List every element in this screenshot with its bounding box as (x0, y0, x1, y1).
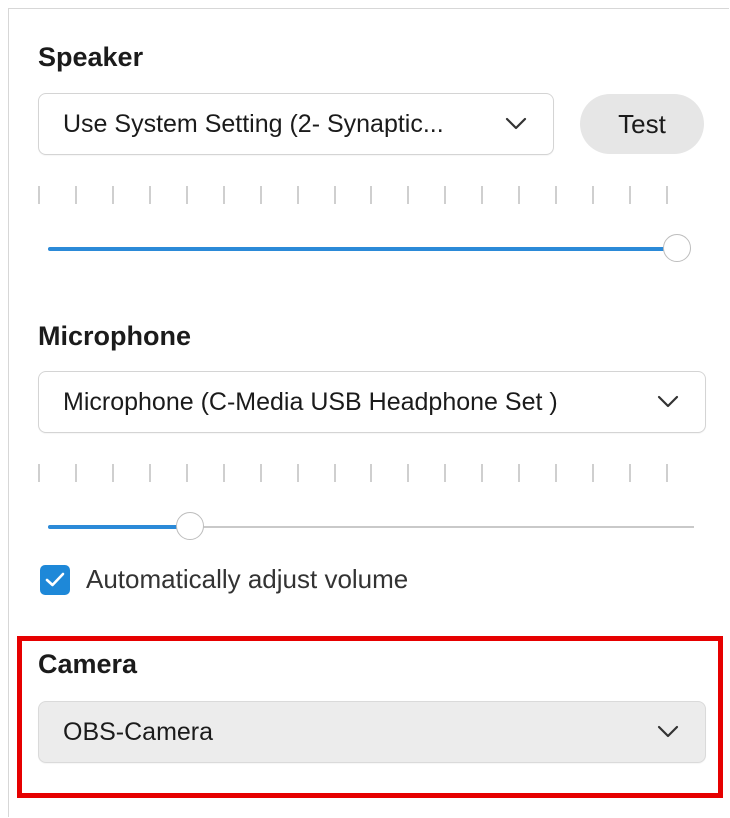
level-tick (555, 186, 557, 204)
level-tick (75, 464, 77, 482)
level-tick (149, 464, 151, 482)
level-tick (260, 464, 262, 482)
auto-adjust-volume-checkbox[interactable] (40, 564, 70, 595)
level-tick (260, 186, 262, 204)
microphone-device-dropdown[interactable]: Microphone (C-Media USB Headphone Set ) (38, 371, 706, 433)
level-tick (370, 186, 372, 204)
level-tick (223, 186, 225, 204)
level-tick (370, 464, 372, 482)
microphone-slider-fill (48, 525, 191, 529)
level-tick (444, 464, 446, 482)
microphone-title: Microphone (38, 321, 191, 351)
level-tick (407, 186, 409, 204)
speaker-test-button[interactable]: Test (580, 94, 704, 154)
level-tick (555, 464, 557, 482)
level-tick (592, 186, 594, 204)
level-tick (112, 464, 114, 482)
speaker-level-meter (38, 186, 668, 204)
level-tick (629, 186, 631, 204)
level-tick (518, 464, 520, 482)
microphone-slider-thumb[interactable] (176, 512, 205, 540)
level-tick (186, 186, 188, 204)
microphone-device-value: Microphone (C-Media USB Headphone Set ) (63, 387, 558, 416)
checkmark-icon (45, 572, 65, 586)
level-tick (407, 464, 409, 482)
microphone-volume-slider[interactable] (48, 512, 694, 542)
level-tick (186, 464, 188, 482)
level-tick (149, 186, 151, 204)
level-tick (666, 186, 668, 204)
level-tick (666, 464, 668, 482)
level-tick (334, 464, 336, 482)
speaker-device-dropdown[interactable]: Use System Setting (2- Synaptic... (38, 93, 554, 155)
level-tick (518, 186, 520, 204)
speaker-slider-thumb[interactable] (663, 234, 692, 262)
chevron-down-icon (657, 395, 679, 408)
level-tick (38, 464, 40, 482)
auto-adjust-volume-label: Automatically adjust volume (86, 564, 409, 594)
level-tick (334, 186, 336, 204)
speaker-title: Speaker (38, 42, 144, 72)
speaker-slider-fill (48, 247, 678, 251)
camera-highlight-box (17, 636, 723, 798)
level-tick (75, 186, 77, 204)
level-tick (481, 186, 483, 204)
auto-adjust-volume-row[interactable]: Automatically adjust volume (40, 564, 408, 595)
level-tick (112, 186, 114, 204)
level-tick (297, 464, 299, 482)
level-tick (629, 464, 631, 482)
level-tick (223, 464, 225, 482)
level-tick (444, 186, 446, 204)
microphone-level-meter (38, 464, 668, 482)
speaker-device-value: Use System Setting (2- Synaptic... (63, 109, 444, 138)
level-tick (592, 464, 594, 482)
speaker-volume-slider[interactable] (48, 234, 692, 264)
chevron-down-icon (505, 117, 527, 130)
level-tick (481, 464, 483, 482)
level-tick (297, 186, 299, 204)
level-tick (38, 186, 40, 204)
